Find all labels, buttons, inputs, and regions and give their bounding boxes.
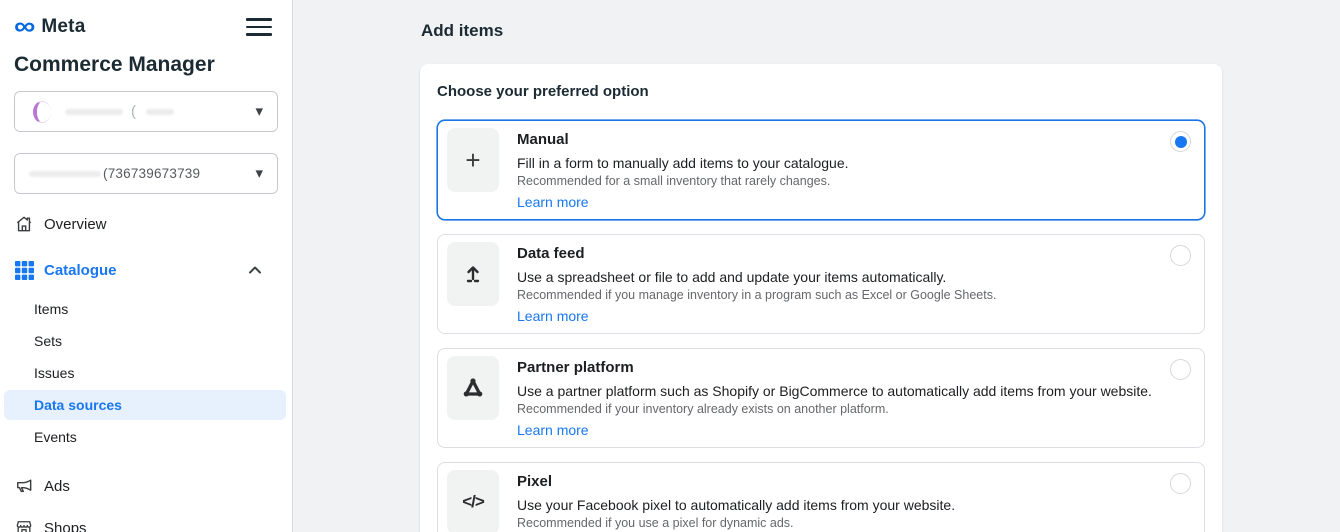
option-description: Use a spreadsheet or file to add and upd…: [517, 269, 996, 285]
brand-name: Meta: [41, 16, 85, 38]
sidebar-item-ads[interactable]: Ads: [14, 470, 278, 502]
learn-more-link[interactable]: Learn more: [517, 422, 589, 438]
sidebar: ∞ Meta Commerce Manager ( ▾ (73673967373…: [0, 0, 293, 532]
sidebar-item-label: Sets: [34, 333, 62, 349]
card-title: Choose your preferred option: [437, 83, 1205, 100]
option-body: Partner platform Use a partner platform …: [517, 356, 1152, 440]
option-recommendation: Recommended for a small inventory that r…: [517, 174, 849, 188]
chevron-up-icon[interactable]: [248, 265, 262, 275]
radio-partner-platform[interactable]: [1170, 359, 1191, 380]
plus-icon: +: [447, 128, 499, 192]
sidebar-item-shops[interactable]: Shops: [14, 512, 278, 532]
sidebar-item-catalogue[interactable]: Catalogue: [14, 254, 278, 286]
sidebar-item-events[interactable]: Events: [4, 422, 286, 452]
storefront-icon: [14, 518, 34, 532]
option-body: Data feed Use a spreadsheet or file to a…: [517, 242, 996, 326]
app-title: Commerce Manager: [14, 53, 278, 77]
redacted-text: [29, 171, 101, 177]
option-pixel[interactable]: </> Pixel Use your Facebook pixel to aut…: [437, 462, 1205, 532]
brand-row: ∞ Meta: [14, 13, 278, 41]
partner-network-icon: [447, 356, 499, 420]
sidebar-item-sets[interactable]: Sets: [4, 326, 286, 356]
sidebar-nav: Overview Catalogue Items Se: [14, 208, 278, 532]
sidebar-item-data-sources[interactable]: Data sources: [4, 390, 286, 420]
radio-data-feed[interactable]: [1170, 245, 1191, 266]
main-content: Add items Choose your preferred option +…: [294, 0, 1340, 532]
option-title: Data feed: [517, 245, 996, 262]
option-body: Pixel Use your Facebook pixel to automat…: [517, 470, 955, 532]
meta-logo: ∞ Meta: [14, 16, 85, 38]
redacted-text: (: [131, 103, 136, 120]
menu-icon[interactable]: [246, 18, 272, 36]
grid-icon: [14, 260, 34, 280]
option-description: Use a partner platform such as Shopify o…: [517, 383, 1152, 399]
business-avatar: [33, 101, 51, 123]
option-recommendation: Recommended if you use a pixel for dynam…: [517, 516, 955, 530]
radio-manual[interactable]: [1170, 131, 1191, 152]
catalogue-subnav: Items Sets Issues Data sources Events: [14, 294, 278, 452]
sidebar-item-label: Shops: [44, 520, 87, 532]
code-icon: </>: [447, 470, 499, 532]
option-title: Manual: [517, 131, 849, 148]
sidebar-item-label: Issues: [34, 365, 74, 381]
meta-infinity-icon: ∞: [14, 19, 35, 36]
option-manual[interactable]: + Manual Fill in a form to manually add …: [437, 120, 1205, 220]
sidebar-item-items[interactable]: Items: [4, 294, 286, 324]
sidebar-item-label: Events: [34, 429, 77, 445]
catalogue-selector-value: (736739673739: [103, 166, 200, 181]
sidebar-item-overview[interactable]: Overview: [14, 208, 278, 240]
upload-icon: [447, 242, 499, 306]
business-selector[interactable]: ( ▾: [14, 91, 278, 132]
option-partner-platform[interactable]: Partner platform Use a partner platform …: [437, 348, 1205, 448]
caret-down-icon: ▾: [255, 104, 263, 119]
learn-more-link[interactable]: Learn more: [517, 194, 589, 210]
sidebar-item-label: Items: [34, 301, 68, 317]
option-description: Fill in a form to manually add items to …: [517, 155, 849, 171]
learn-more-link[interactable]: Learn more: [517, 308, 589, 324]
option-recommendation: Recommended if your inventory already ex…: [517, 402, 1152, 416]
sidebar-item-label: Overview: [44, 216, 107, 233]
catalogue-selector[interactable]: (736739673739 ▾: [14, 153, 278, 194]
option-body: Manual Fill in a form to manually add it…: [517, 128, 849, 212]
radio-pixel[interactable]: [1170, 473, 1191, 494]
option-recommendation: Recommended if you manage inventory in a…: [517, 288, 996, 302]
redacted-text: [65, 109, 123, 115]
option-data-feed[interactable]: Data feed Use a spreadsheet or file to a…: [437, 234, 1205, 334]
add-items-card: Choose your preferred option + Manual Fi…: [420, 64, 1222, 532]
page-title: Add items: [421, 21, 503, 41]
megaphone-icon: [14, 476, 34, 496]
option-title: Partner platform: [517, 359, 1152, 376]
sidebar-item-label: Data sources: [34, 397, 122, 413]
redacted-text: [146, 109, 174, 115]
option-description: Use your Facebook pixel to automatically…: [517, 497, 955, 513]
caret-down-icon: ▾: [255, 166, 263, 181]
option-title: Pixel: [517, 473, 955, 490]
sidebar-item-label: Ads: [44, 478, 70, 495]
sidebar-item-label: Catalogue: [44, 262, 117, 279]
sidebar-item-issues[interactable]: Issues: [4, 358, 286, 388]
home-icon: [14, 214, 34, 234]
